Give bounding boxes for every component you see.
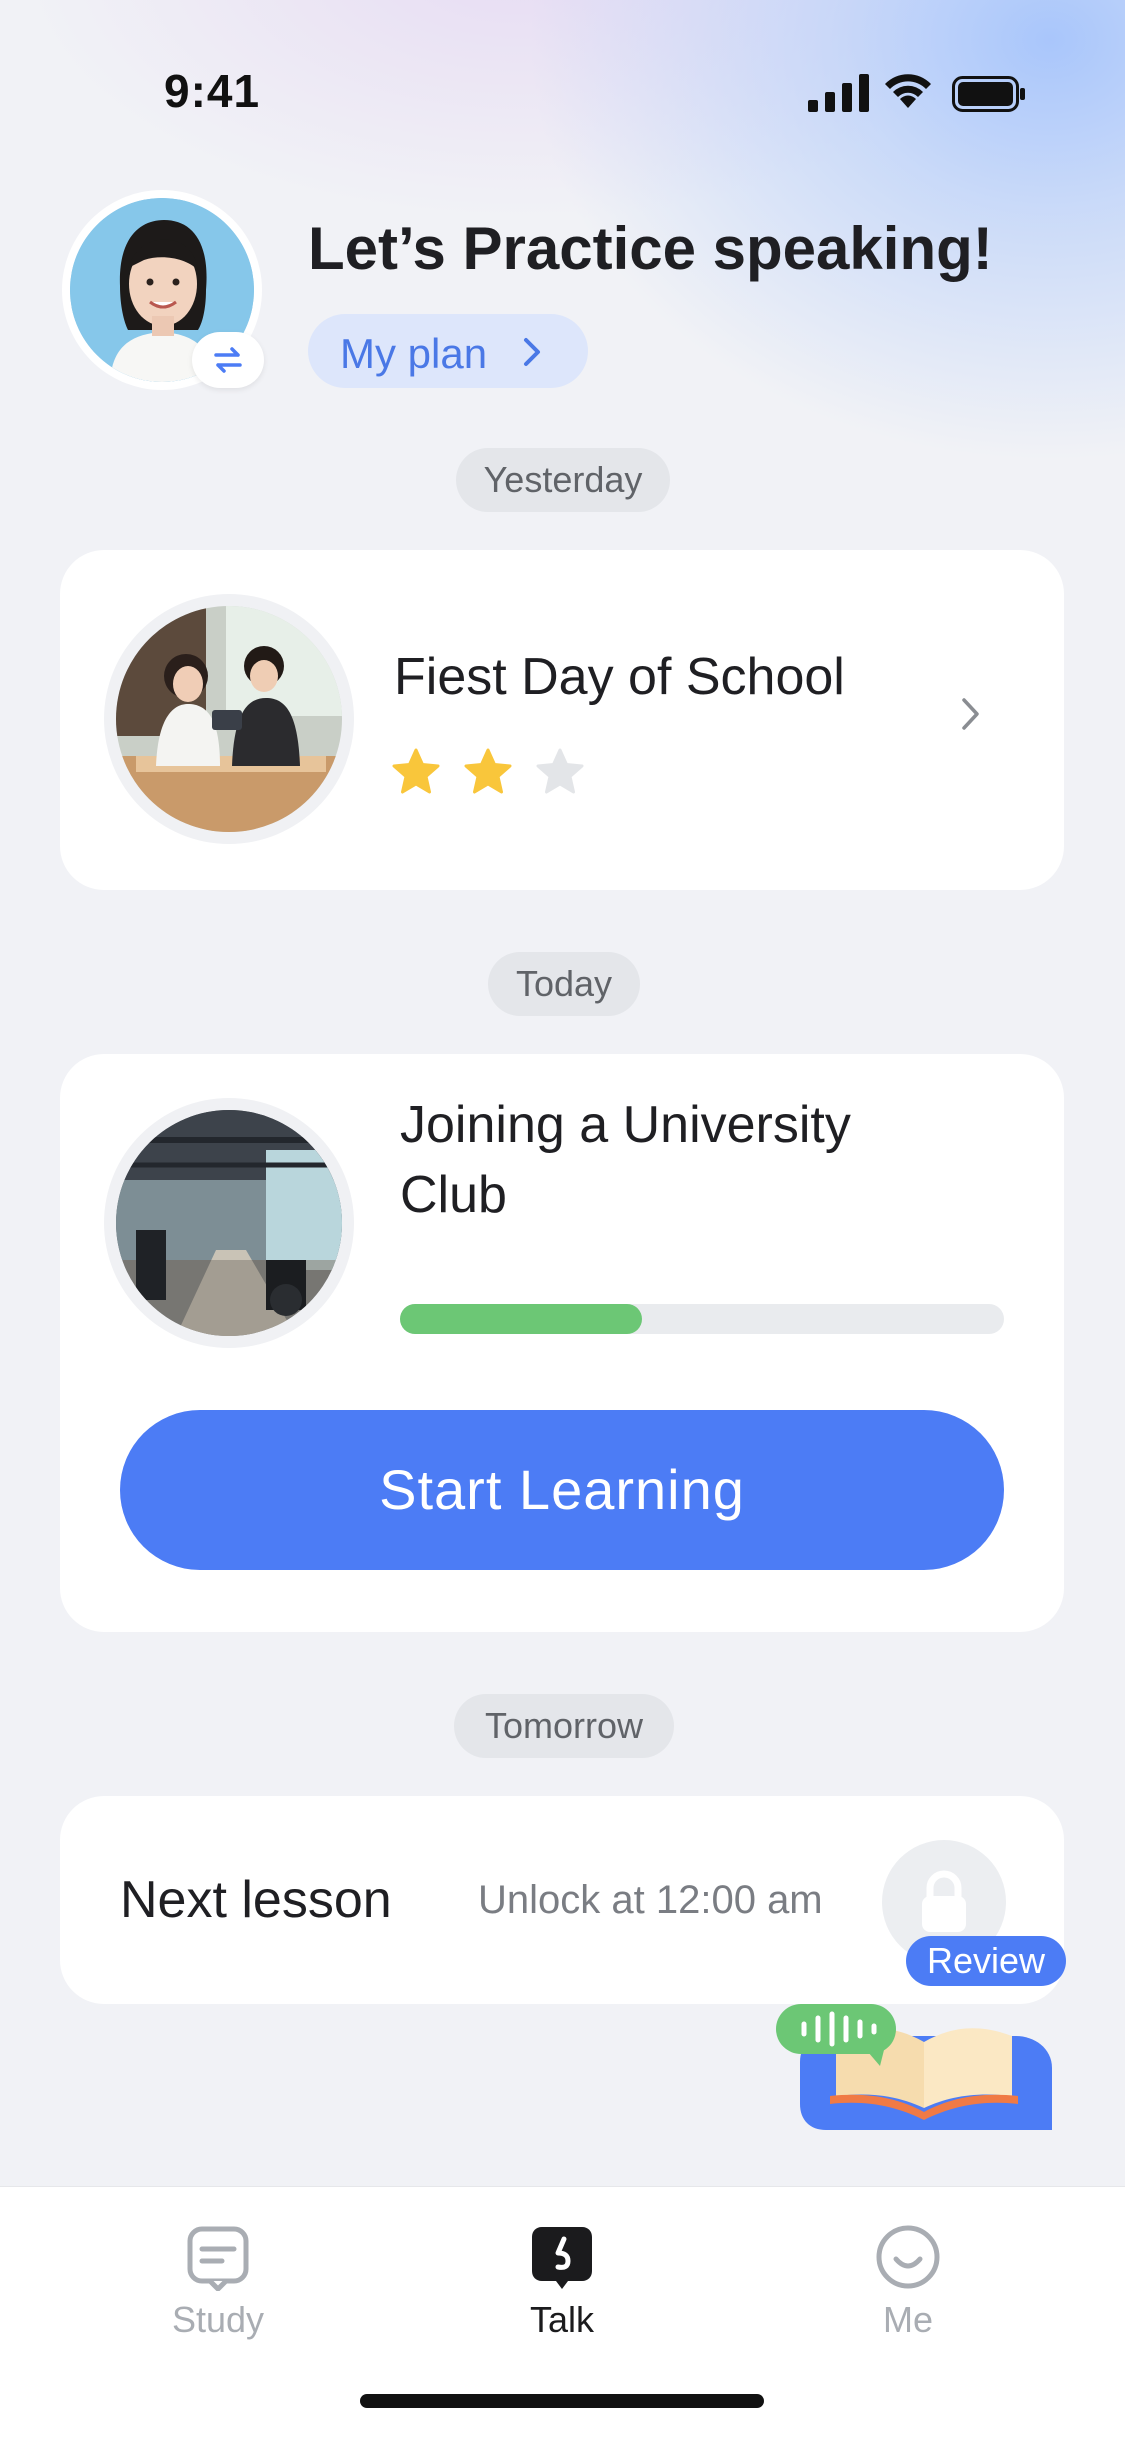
lesson-card-yesterday[interactable]: Fiest Day of School	[60, 550, 1064, 890]
star-filled-icon	[392, 748, 440, 794]
review-button[interactable]: Review	[906, 1936, 1066, 1986]
my-plan-label: My plan	[340, 330, 488, 377]
home-indicator	[360, 2394, 764, 2408]
chevron-right-icon	[962, 698, 979, 730]
tab-talk-label: Talk	[529, 2299, 595, 2340]
star-filled-icon	[464, 748, 512, 794]
start-learning-button[interactable]: Start Learning	[120, 1410, 1004, 1570]
tab-talk[interactable]: Talk	[462, 2207, 662, 2357]
smiley-icon	[876, 2225, 940, 2289]
lesson-title-line-1: Joining a University	[400, 1096, 851, 1154]
study-icon	[187, 2226, 249, 2291]
lesson-progress-bar	[400, 1304, 1004, 1334]
day-chip-today: Today	[488, 952, 640, 1016]
page-title: Let’s Practice speaking!	[308, 215, 993, 282]
day-chip-yesterday: Yesterday	[456, 448, 670, 512]
lesson-thumbnail	[104, 1098, 354, 1348]
tab-me-label: Me	[882, 2299, 933, 2340]
star-rating	[392, 748, 584, 794]
battery-icon	[952, 76, 1025, 112]
lesson-progress-fill	[400, 1304, 642, 1334]
status-bar: 9:41	[0, 0, 1125, 140]
next-lesson-label: Next lesson	[120, 1871, 392, 1929]
chevron-right-icon	[524, 338, 540, 366]
cellular-signal-icon	[808, 74, 869, 112]
talk-icon	[532, 2227, 592, 2289]
wifi-icon	[885, 74, 931, 108]
status-time: 9:41	[164, 65, 261, 117]
switch-arrows-icon	[214, 347, 242, 373]
lesson-title: Fiest Day of School	[394, 648, 845, 706]
switch-avatar-button[interactable]	[192, 332, 264, 388]
lesson-thumbnail	[104, 594, 354, 844]
tab-study[interactable]: Study	[118, 2207, 318, 2357]
star-empty-icon	[536, 748, 584, 794]
review-book-icon[interactable]	[776, 1996, 1056, 2130]
lesson-card-today: Joining a University Club Start Learning	[60, 1054, 1064, 1632]
lesson-title-line-2: Club	[400, 1166, 507, 1224]
my-plan-button[interactable]: My plan	[308, 314, 588, 388]
tab-me[interactable]: Me	[808, 2207, 1008, 2357]
unlock-time-text: Unlock at 12:00 am	[478, 1878, 823, 1922]
tab-study-label: Study	[171, 2299, 265, 2340]
day-chip-tomorrow: Tomorrow	[454, 1694, 674, 1758]
